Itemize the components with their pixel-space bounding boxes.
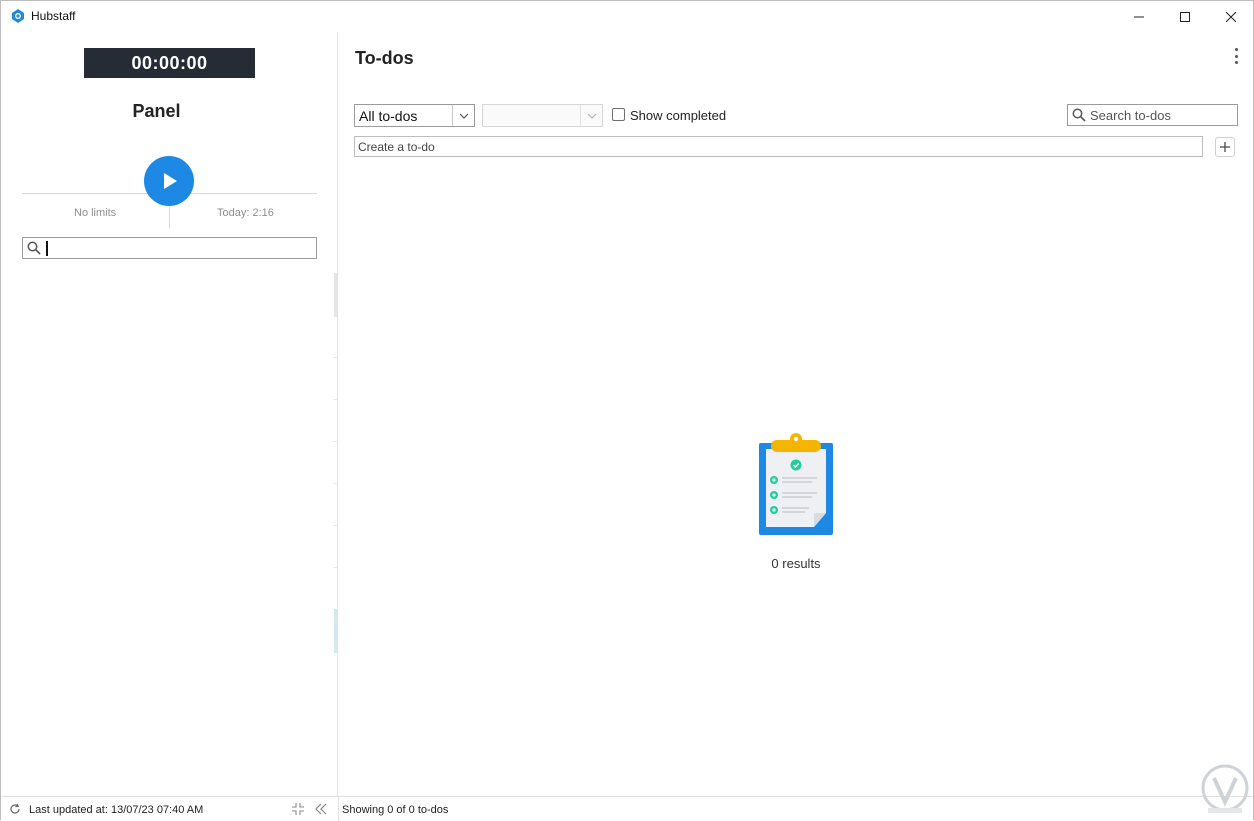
window-title: Hubstaff (31, 9, 76, 23)
panel-title: Panel (132, 101, 181, 121)
showing-count-text: Showing 0 of 0 to-dos (342, 804, 449, 816)
app-window: Hubstaff 00:00:00 Panel No limits Today:… (0, 0, 1254, 821)
filter-dropdown-button[interactable] (452, 105, 474, 126)
chevron-down-icon (459, 113, 468, 119)
minimize-button[interactable] (1116, 1, 1162, 32)
results-count: 0 results (339, 556, 1253, 571)
divider (333, 399, 337, 400)
timer-display: 00:00:00 (84, 48, 255, 78)
project-dropdown-button[interactable] (580, 105, 602, 126)
compress-icon[interactable] (291, 802, 305, 816)
todo-filter-select[interactable]: All to-dos (354, 104, 475, 127)
search-icon (27, 241, 41, 255)
divider (333, 567, 337, 568)
search-icon (1072, 108, 1086, 122)
chevron-down-icon (587, 113, 596, 119)
project-filter-select[interactable] (482, 104, 603, 127)
maximize-icon (1180, 11, 1190, 22)
title-bar: Hubstaff (1, 1, 1253, 32)
status-bar: Last updated at: 13/07/23 07:40 AM Showi… (1, 796, 1253, 821)
kebab-menu-icon[interactable] (1228, 46, 1244, 66)
left-panel: 00:00:00 Panel No limits Today: 2:16 (1, 32, 338, 796)
todo-search-input[interactable]: Search to-dos (1067, 104, 1238, 126)
refresh-icon[interactable] (9, 803, 21, 815)
hubstaff-logo-icon (12, 9, 24, 23)
divider (333, 441, 337, 442)
divider (333, 357, 337, 358)
todos-panel: To-dos All to-dos Show completed Search … (339, 32, 1253, 796)
divider (333, 483, 337, 484)
watermark-logo-icon (1201, 764, 1249, 813)
scrollbar[interactable] (334, 273, 337, 317)
minimize-icon (1134, 16, 1144, 17)
close-icon (1226, 11, 1236, 22)
divider (338, 797, 339, 821)
todo-filter-value: All to-dos (359, 108, 418, 124)
text-caret (46, 241, 48, 256)
maximize-button[interactable] (1162, 1, 1208, 32)
divider (169, 207, 170, 228)
results-label: 0 results (771, 556, 821, 571)
clipboard-icon (759, 433, 833, 535)
play-icon (164, 173, 177, 189)
show-completed-checkbox[interactable] (612, 108, 625, 121)
today-total: Today: 2:16 (217, 207, 274, 219)
limits-label: No limits (74, 207, 117, 219)
double-chevron-left-icon[interactable] (314, 802, 328, 816)
create-todo-input[interactable]: Create a to-do (354, 136, 1203, 157)
show-completed-label[interactable]: Show completed (630, 108, 726, 123)
divider (333, 525, 337, 526)
add-todo-button[interactable] (1215, 137, 1235, 157)
create-todo-placeholder: Create a to-do (358, 140, 435, 154)
last-updated-text: Last updated at: 13/07/23 07:40 AM (29, 804, 204, 816)
close-button[interactable] (1208, 1, 1254, 32)
scrollbar-highlight (334, 609, 337, 653)
project-search-input[interactable] (22, 237, 317, 259)
plus-icon (1220, 142, 1230, 152)
page-title: To-dos (355, 48, 414, 68)
start-timer-button[interactable] (144, 156, 194, 206)
search-placeholder: Search to-dos (1090, 108, 1171, 123)
